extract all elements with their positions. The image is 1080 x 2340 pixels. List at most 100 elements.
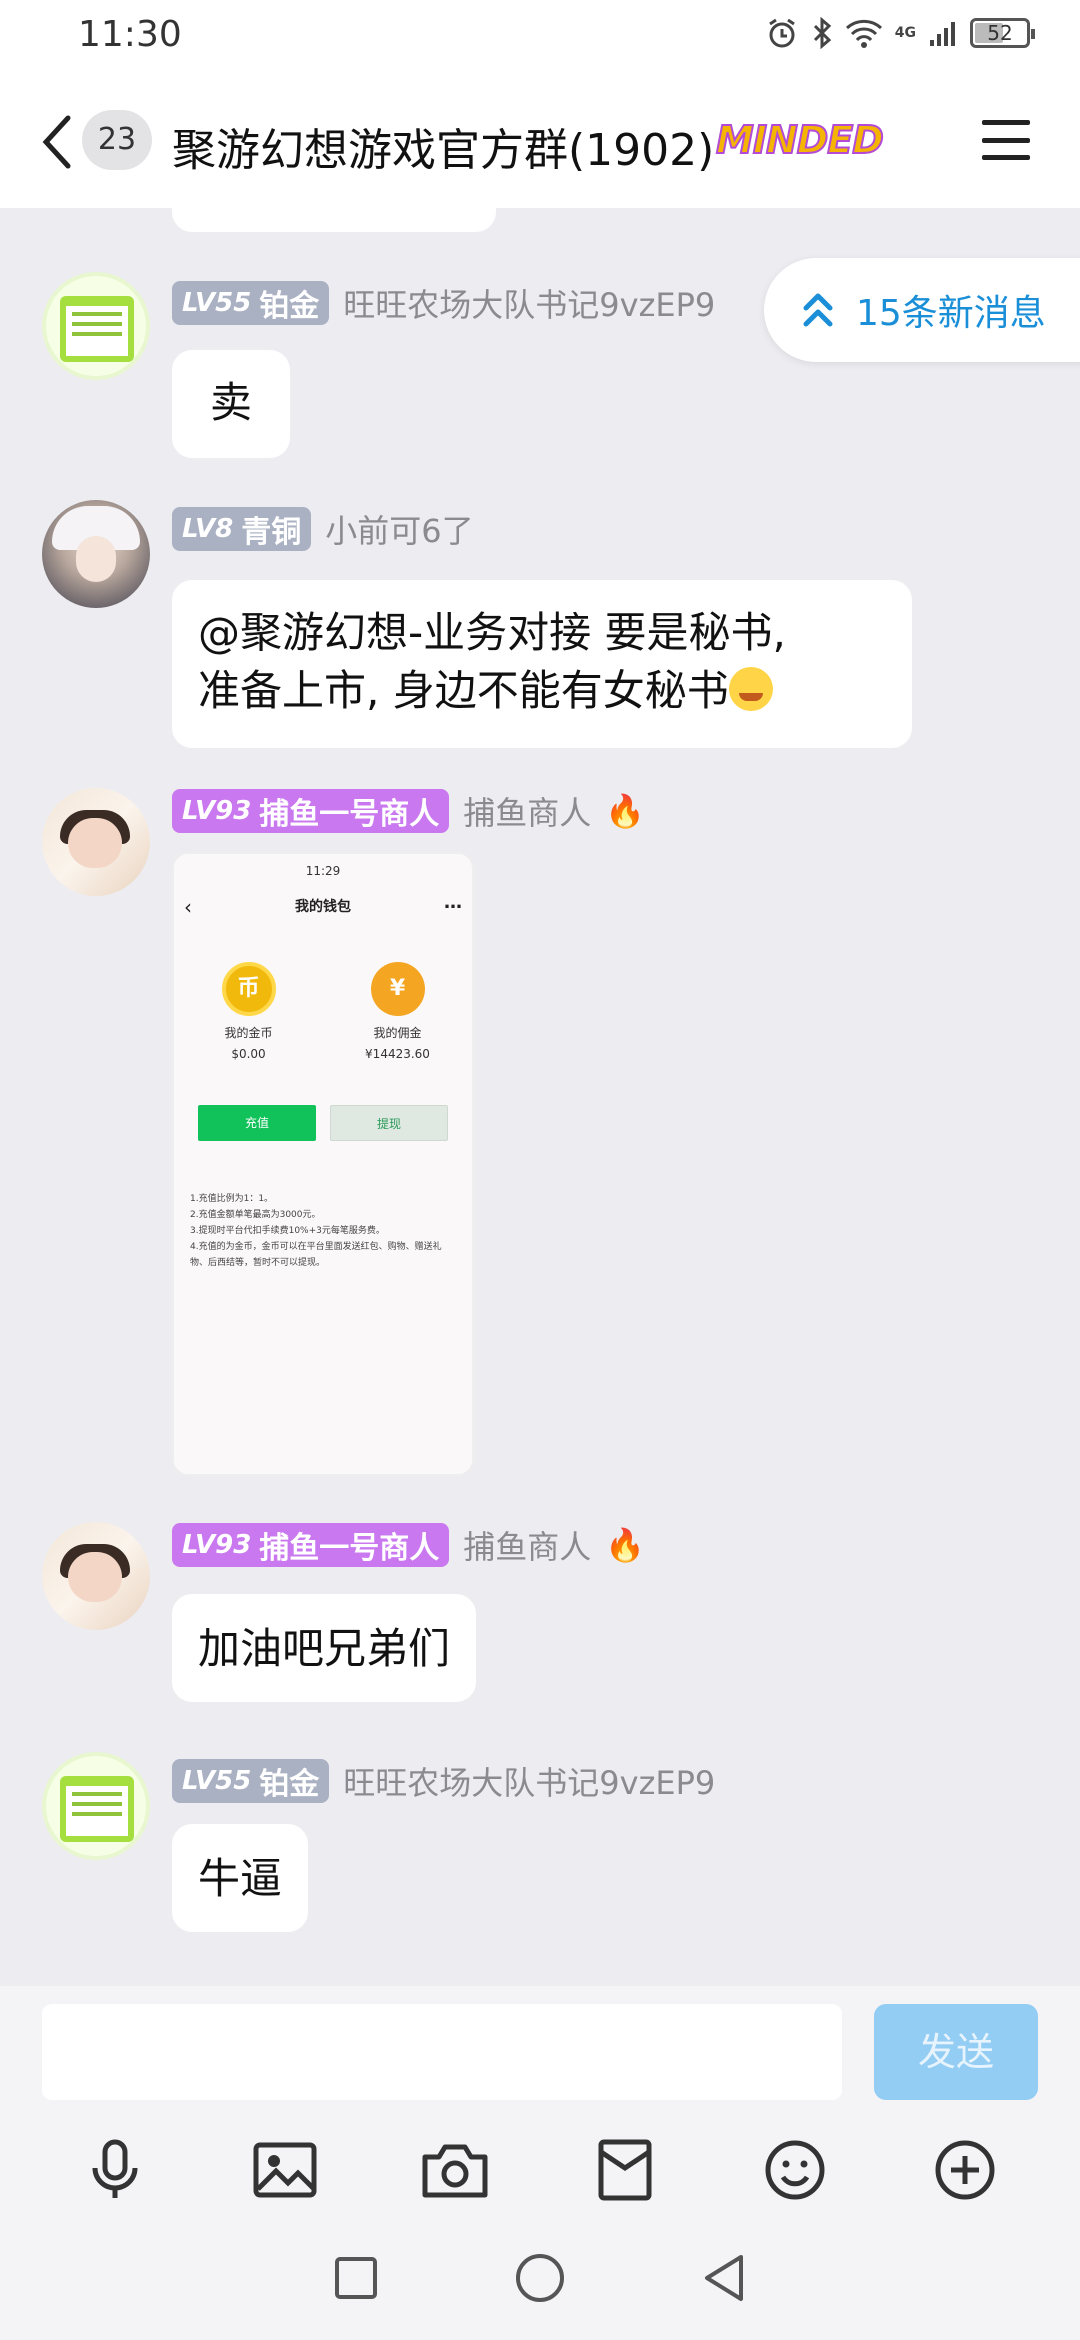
commission-value: ¥14423.60 <box>365 1047 430 1061</box>
status-bar: 11:30 4G 52 <box>0 0 1080 72</box>
level-badge: LV55 铂金 <box>172 281 330 325</box>
avatar[interactable] <box>42 500 150 608</box>
sender-meta: LV55 铂金 旺旺农场大队书记9vzEP9 <box>172 1758 715 1804</box>
sender-meta: LV93 捕鱼一号商人 捕鱼商人 🔥 <box>172 1522 645 1568</box>
nav-recents-button[interactable] <box>329 2251 383 2305</box>
level-label: LV93 <box>182 1530 252 1560</box>
coin-value: $0.00 <box>231 1047 266 1061</box>
coin-label: 我的金币 <box>224 1026 273 1040</box>
message-text-line: @聚游幻想-业务对接 要是秘书, <box>198 608 786 657</box>
alarm-icon <box>768 18 795 48</box>
sender-meta: LV93 捕鱼一号商人 捕鱼商人 🔥 <box>172 788 645 834</box>
recharge-button: 充值 <box>198 1105 316 1141</box>
level-label: LV8 <box>182 514 234 544</box>
image-status-time: 11:29 <box>305 864 341 878</box>
image-title: 我的钱包 <box>295 899 351 915</box>
battery-indicator: 52 <box>970 18 1035 48</box>
sender-name[interactable]: 捕鱼商人 <box>463 1522 591 1568</box>
previous-message-bubble <box>172 208 496 232</box>
voice-button[interactable] <box>80 2135 150 2205</box>
more-button[interactable] <box>930 2135 1000 2205</box>
message-bubble[interactable]: 牛逼 <box>172 1824 309 1932</box>
menu-icon[interactable] <box>982 120 1030 160</box>
image-header: ‹ 我的钱包 … <box>174 888 472 926</box>
image-message[interactable]: 11:29 ‹ 我的钱包 … 币 我的金币 $0.00 ¥ 我的佣金 ¥1442… <box>172 852 474 1476</box>
system-nav-bar <box>0 2216 1080 2340</box>
emoji-button[interactable] <box>760 2135 830 2205</box>
signal-icon <box>930 22 955 46</box>
nav-square-icon <box>335 2257 377 2299</box>
wallet-balances: 币 我的金币 $0.00 ¥ 我的佣金 ¥14423.60 <box>174 962 472 1061</box>
emoji-icon <box>765 2140 825 2200</box>
avatar[interactable] <box>42 1752 150 1860</box>
bluetooth-icon <box>813 16 831 50</box>
wifi-icon <box>845 19 882 48</box>
message-bubble[interactable]: 卖 <box>172 350 290 458</box>
unread-count-badge[interactable]: 23 <box>82 110 152 170</box>
image-button[interactable] <box>250 2135 320 2205</box>
sender-meta: LV55 铂金 旺旺农场大队书记9vzEP9 <box>172 280 715 326</box>
message-input[interactable] <box>42 2004 842 2100</box>
message-text-line: 准备上市, 身边不能有女秘书 <box>198 666 729 715</box>
sender-name[interactable]: 小前可6了 <box>325 506 473 552</box>
nav-home-button[interactable] <box>513 2251 567 2305</box>
rule-line: 3.提现时平台代扣手续费10%+3元每笔服务费。 <box>190 1226 385 1236</box>
sender-name[interactable]: 旺旺农场大队书记9vzEP9 <box>343 1758 715 1804</box>
wallet-rules: 1.充值比例为1：1。 2.充值金额单笔最高为3000元。 3.提现时平台代扣手… <box>190 1191 456 1271</box>
avatar[interactable] <box>42 1522 150 1630</box>
new-messages-button[interactable]: 15条新消息 <box>764 258 1080 362</box>
level-label: LV93 <box>182 796 252 826</box>
message-bubble[interactable]: @聚游幻想-业务对接 要是秘书, 准备上市, 身边不能有女秘书 <box>172 580 912 748</box>
level-label: LV55 <box>182 1766 252 1796</box>
sender-name[interactable]: 旺旺农场大队书记9vzEP9 <box>343 280 715 326</box>
avatar[interactable] <box>42 272 150 380</box>
message-list[interactable]: LV55 铂金 旺旺农场大队书记9vzEP9 卖 LV8 青铜 小前可6了 @聚… <box>0 208 1080 1986</box>
laughing-emoji-icon <box>728 667 773 711</box>
composer: 发送 <box>0 1986 1080 2124</box>
nav-back-icon <box>705 2255 743 2301</box>
level-badge: LV8 青铜 <box>172 507 312 551</box>
composer-toolbar <box>0 2124 1080 2216</box>
wallet-actions: 充值 提现 <box>198 1105 448 1141</box>
red-packet-button[interactable] <box>590 2135 660 2205</box>
status-icons: 4G 52 <box>765 16 1035 50</box>
network-label: 4G <box>894 25 916 41</box>
rank-label: 捕鱼一号商人 <box>259 797 440 832</box>
image-more-icon: … <box>444 892 462 913</box>
minded-logo: MINDED <box>715 117 885 163</box>
coin-icon: 币 <box>221 962 276 1016</box>
rank-label: 青铜 <box>241 515 302 550</box>
new-messages-label: 15条新消息 <box>856 293 1046 334</box>
gold-coin-balance: 币 我的金币 $0.00 <box>189 962 309 1061</box>
chat-header: 23 聚游幻想游戏官方群(1902) MINDED <box>0 72 1080 208</box>
plus-circle-icon <box>935 2140 995 2200</box>
level-label: LV55 <box>182 288 252 318</box>
withdraw-button: 提现 <box>330 1105 448 1141</box>
commission-label: 我的佣金 <box>373 1026 422 1040</box>
level-badge: LV93 捕鱼一号商人 <box>172 789 450 833</box>
group-title[interactable]: 聚游幻想游戏官方群(1902) <box>172 114 714 178</box>
back-icon[interactable] <box>36 112 76 172</box>
rule-line: 4.充值的为金币，金币可以在平台里面发送红包、购物、赠送礼物、后西结等，暂时不可… <box>190 1242 442 1268</box>
send-button[interactable]: 发送 <box>874 2004 1038 2100</box>
camera-button[interactable] <box>420 2135 490 2205</box>
avatar[interactable] <box>42 788 150 896</box>
nav-back-button[interactable] <box>697 2251 751 2305</box>
sender-meta: LV8 青铜 小前可6了 <box>172 506 474 552</box>
rank-label: 铂金 <box>259 1767 320 1802</box>
rank-label: 捕鱼一号商人 <box>259 1531 440 1566</box>
rank-label: 铂金 <box>259 289 320 324</box>
commission-balance: ¥ 我的佣金 ¥14423.60 <box>338 962 458 1061</box>
commission-icon: ¥ <box>370 962 425 1016</box>
sender-name[interactable]: 捕鱼商人 <box>463 788 591 834</box>
image-back-icon: ‹ <box>184 895 192 919</box>
double-chevron-up-icon <box>803 293 833 327</box>
fire-icon: 🔥 <box>605 792 646 830</box>
level-badge: LV55 铂金 <box>172 1759 330 1803</box>
message-bubble[interactable]: 加油吧兄弟们 <box>172 1594 477 1702</box>
level-badge: LV93 捕鱼一号商人 <box>172 1523 450 1567</box>
status-time: 11:30 <box>78 14 182 55</box>
microphone-icon <box>92 2139 138 2198</box>
fire-icon: 🔥 <box>605 1526 646 1564</box>
nav-circle-icon <box>516 2254 564 2302</box>
